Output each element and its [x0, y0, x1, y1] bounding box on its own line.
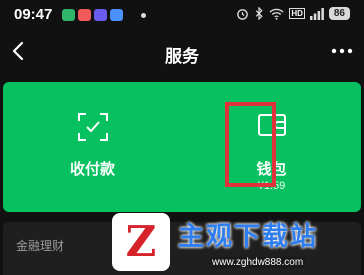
section-title: 金融理财 — [16, 239, 65, 253]
battery-indicator: 86 — [328, 7, 350, 20]
status-bar: 09:47 HD 86 — [0, 0, 364, 30]
wifi-icon — [269, 8, 284, 20]
highlight-box — [225, 102, 276, 187]
watermark-logo-letter: Z — [125, 217, 157, 266]
nav-bar: 服务 — [0, 30, 364, 74]
tile-receive-pay[interactable]: 收付款 — [3, 82, 182, 212]
app-icon-1 — [62, 9, 75, 21]
status-time: 09:47 — [14, 6, 53, 23]
services-card: 收付款 钱包 ¥1.59 — [3, 82, 361, 212]
watermark-url: www.zghdw888.com — [210, 257, 306, 268]
watermark: Z 主观下载站 www.zghdw888.com — [112, 208, 360, 272]
status-right: HD 86 — [236, 7, 350, 20]
notification-app-icons — [62, 9, 123, 21]
app-icon-2 — [78, 9, 91, 21]
alarm-icon — [237, 9, 249, 20]
tile-label-receive-pay: 收付款 — [69, 161, 115, 178]
bluetooth-icon — [256, 7, 263, 20]
more-icon[interactable] — [330, 41, 354, 61]
scan-icon — [77, 113, 108, 141]
signal-icon — [309, 7, 324, 20]
app-icon-3 — [94, 9, 107, 21]
page-title: 服务 — [165, 47, 199, 66]
app-icon-4 — [110, 9, 123, 21]
notification-dot — [141, 13, 146, 18]
watermark-logo: Z — [112, 213, 170, 271]
hd-icon: HD — [289, 8, 305, 19]
watermark-title: 主观下载站 — [178, 221, 319, 251]
